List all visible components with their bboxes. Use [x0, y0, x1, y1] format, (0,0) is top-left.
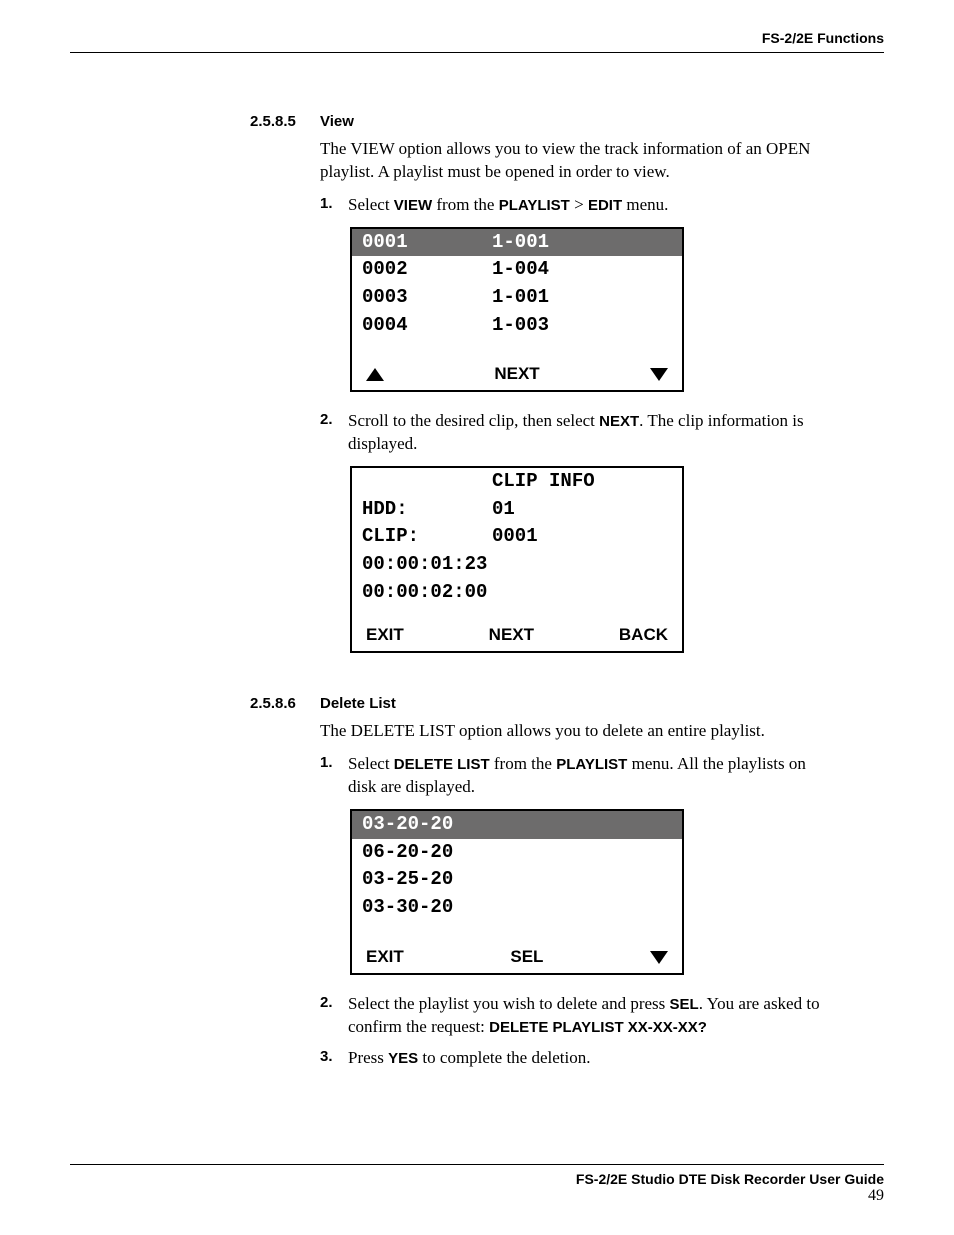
section-intro: The VIEW option allows you to view the t…: [320, 138, 824, 184]
footer-title: FS-2/2E Studio DTE Disk Recorder User Gu…: [70, 1171, 884, 1187]
screen-row: 03-30-20: [352, 894, 682, 922]
step-number: 2.: [320, 993, 348, 1039]
text: Select: [348, 195, 394, 214]
menu-label: EDIT: [588, 197, 622, 214]
menu-label: PLAYLIST: [556, 756, 627, 773]
softkey-exit: EXIT: [366, 946, 404, 969]
footer-rule: [70, 1164, 884, 1165]
track-id: 1-001: [492, 230, 672, 256]
step-1: 1. Select VIEW from the PLAYLIST > EDIT …: [320, 194, 824, 217]
down-arrow-icon: [650, 368, 668, 381]
field-label: CLIP:: [362, 524, 492, 550]
step-text: Select VIEW from the PLAYLIST > EDIT men…: [348, 194, 668, 217]
text: Select: [348, 754, 394, 773]
section-number: 2.5.8.5: [250, 113, 320, 130]
prompt-text: DELETE PLAYLIST XX-XX-XX?: [489, 1019, 707, 1036]
timecode: 00:00:02:00: [362, 580, 487, 606]
screen-footer: EXIT NEXT BACK: [352, 622, 682, 651]
section-heading-view: 2.5.8.5 View: [70, 113, 884, 130]
softkey-back: BACK: [619, 624, 668, 647]
section-title: Delete List: [320, 695, 396, 712]
softkey-next: NEXT: [489, 624, 534, 647]
playlist-name: 03-25-20: [362, 867, 453, 893]
lcd-screen-tracklist: 0001 1-001 0002 1-004 0003 1-001 0004 1-…: [350, 227, 684, 393]
playlist-name: 06-20-20: [362, 840, 453, 866]
screen-footer: EXIT SEL: [352, 944, 682, 973]
menu-label: DELETE LIST: [394, 756, 490, 773]
button-label: SEL: [670, 996, 699, 1013]
step-2: 2. Scroll to the desired clip, then sele…: [320, 410, 824, 456]
step-text: Press YES to complete the deletion.: [348, 1047, 590, 1070]
field-value: 0001: [492, 524, 672, 550]
screen-row: 06-20-20: [352, 839, 682, 867]
menu-label: VIEW: [394, 197, 432, 214]
playlist-name: 03-30-20: [362, 895, 453, 921]
page-footer: FS-2/2E Studio DTE Disk Recorder User Gu…: [70, 1164, 884, 1205]
screen-row: 03-25-20: [352, 866, 682, 894]
track-index: 0003: [362, 285, 492, 311]
text: from the: [432, 195, 499, 214]
screen-row: 0002 1-004: [352, 256, 682, 284]
step-number: 2.: [320, 410, 348, 456]
lcd-screen-playlists: 03-20-20 06-20-20 03-25-20 03-30-20 EXIT…: [350, 809, 684, 975]
screen-row-selected: 0001 1-001: [352, 229, 682, 257]
step-text: Select the playlist you wish to delete a…: [348, 993, 824, 1039]
screen-title: CLIP INFO: [492, 469, 672, 495]
screen-row: 0003 1-001: [352, 284, 682, 312]
playlist-name: 03-20-20: [362, 812, 453, 838]
text: Press: [348, 1048, 388, 1067]
track-id: 1-003: [492, 313, 672, 339]
step-text: Scroll to the desired clip, then select …: [348, 410, 824, 456]
button-label: NEXT: [599, 413, 639, 430]
softkey-exit: EXIT: [366, 624, 404, 647]
text: Select the playlist you wish to delete a…: [348, 994, 670, 1013]
up-arrow-icon: [366, 368, 384, 381]
text: to complete the deletion.: [418, 1048, 590, 1067]
header-rule: [70, 52, 884, 53]
text: Scroll to the desired clip, then select: [348, 411, 599, 430]
section-intro: The DELETE LIST option allows you to del…: [320, 720, 824, 743]
field-value: 01: [492, 497, 672, 523]
step-number: 1.: [320, 194, 348, 217]
page-number: 49: [70, 1187, 884, 1205]
step-1: 1. Select DELETE LIST from the PLAYLIST …: [320, 753, 824, 799]
down-arrow-icon: [650, 951, 668, 964]
step-number: 3.: [320, 1047, 348, 1070]
field-label: HDD:: [362, 497, 492, 523]
track-id: 1-001: [492, 285, 672, 311]
section-title: View: [320, 113, 354, 130]
text: menu.: [622, 195, 668, 214]
step-3: 3. Press YES to complete the deletion.: [320, 1047, 824, 1070]
button-label: YES: [388, 1050, 418, 1067]
screen-row: HDD: 01: [352, 496, 682, 524]
text: from the: [490, 754, 557, 773]
timecode: 00:00:01:23: [362, 552, 487, 578]
page-header: FS-2/2E Functions: [70, 30, 884, 52]
track-index: 0001: [362, 230, 492, 256]
section-heading-delete-list: 2.5.8.6 Delete List: [70, 695, 884, 712]
softkey-next: NEXT: [494, 363, 539, 386]
screen-footer: NEXT: [352, 361, 682, 390]
softkey-sel: SEL: [510, 946, 543, 969]
track-index: 0004: [362, 313, 492, 339]
screen-row: CLIP: 0001: [352, 523, 682, 551]
screen-row: 00:00:02:00: [352, 579, 682, 607]
step-number: 1.: [320, 753, 348, 799]
screen-row-selected: 03-20-20: [352, 811, 682, 839]
screen-row: 0004 1-003: [352, 312, 682, 340]
text: >: [570, 195, 588, 214]
section-number: 2.5.8.6: [250, 695, 320, 712]
step-text: Select DELETE LIST from the PLAYLIST men…: [348, 753, 824, 799]
step-2: 2. Select the playlist you wish to delet…: [320, 993, 824, 1039]
track-id: 1-004: [492, 257, 672, 283]
lcd-screen-clipinfo: CLIP INFO HDD: 01 CLIP: 0001 00:00:01:23…: [350, 466, 684, 653]
screen-row: 00:00:01:23: [352, 551, 682, 579]
screen-title-row: CLIP INFO: [352, 468, 682, 496]
track-index: 0002: [362, 257, 492, 283]
menu-label: PLAYLIST: [499, 197, 570, 214]
